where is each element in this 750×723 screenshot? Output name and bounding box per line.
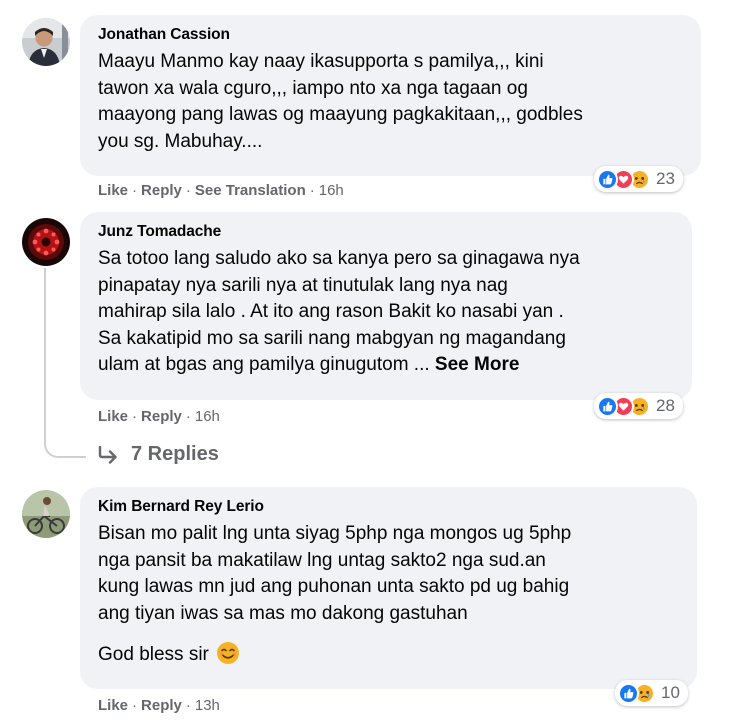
separator: · <box>185 408 191 425</box>
comment-line-text: ulam at bgas ang pamilya ginugutom ... <box>98 354 430 375</box>
reaction-count: 10 <box>661 683 680 702</box>
reply-arrow-icon <box>98 445 117 464</box>
comment-author[interactable]: Jonathan Cassion <box>98 25 683 45</box>
thread-curve <box>44 436 86 458</box>
see-more-link[interactable]: See More <box>435 354 519 375</box>
reply-link[interactable]: Reply <box>141 697 182 714</box>
comment-text: Maayu Manmo kay naay ikasupporta s pamil… <box>98 49 683 155</box>
avatar[interactable] <box>22 18 70 66</box>
separator: · <box>309 182 315 199</box>
comment-line: maayong pang lawas og maayung pagkakitaa… <box>98 104 583 125</box>
reactions-summary[interactable]: 10 <box>615 680 688 706</box>
reaction-count: 23 <box>656 169 675 188</box>
comment-text: Sa totoo lang saludo ako sa kanya pero s… <box>98 246 674 379</box>
avatar-image <box>22 490 70 538</box>
comment-line: nga pansit ba makatilaw lng untag sakto2… <box>98 549 546 571</box>
thread-line <box>44 268 46 438</box>
like-reaction-icon <box>597 168 618 190</box>
comment-line-text: God bless sir <box>98 644 209 665</box>
comment-bubble: Kim Bernard Rey Lerio Bisan mo palit lng… <box>80 487 697 689</box>
separator: · <box>132 408 138 425</box>
comment-line: kung lawas mn jud ang puhonan unta sakto… <box>98 576 570 597</box>
comment-actions: Like · Reply · 13h <box>98 697 220 714</box>
reply-link[interactable]: Reply <box>141 182 182 199</box>
comment-line: tawon xa wala cguro,,, iampo nto xa nga … <box>98 77 528 99</box>
comment-actions: Like · Reply · See Translation · 16h <box>98 182 344 199</box>
like-link[interactable]: Like <box>98 697 128 714</box>
separator: · <box>132 697 138 714</box>
timestamp[interactable]: 16h <box>319 182 344 199</box>
separator: · <box>185 697 191 714</box>
smiling-face-emoji-icon <box>217 642 240 664</box>
reactions-summary[interactable]: 28 <box>594 393 683 419</box>
view-replies-button[interactable]: 7 Replies <box>97 443 219 466</box>
comment-line: Bisan mo palit lng unta siyag 5php nga m… <box>98 523 572 544</box>
see-translation-link[interactable]: See Translation <box>195 182 306 199</box>
comment-line: ang tiyan iwas sa mas mo dakong gastuhan <box>98 602 468 624</box>
comment-line: Sa kakatipid mo sa sarili nang mabgyan n… <box>98 327 566 349</box>
comment-text: Bisan mo palit lng unta siyag 5php nga m… <box>98 521 679 669</box>
separator: · <box>185 182 191 199</box>
comment-actions: Like · Reply · 16h <box>98 408 220 425</box>
timestamp[interactable]: 13h <box>195 697 220 714</box>
reply-link[interactable]: Reply <box>141 408 182 425</box>
comment-line: you sg. Mabuhay.... <box>98 130 263 152</box>
avatar[interactable] <box>22 218 70 266</box>
like-reaction-icon <box>597 395 618 417</box>
reactions-summary[interactable]: 23 <box>594 166 683 192</box>
avatar-image <box>22 18 70 66</box>
comment-line: mahirap sila lalo . At ito ang rason Bak… <box>98 301 564 322</box>
separator: · <box>132 182 138 199</box>
avatar[interactable] <box>22 490 70 538</box>
like-reaction-icon <box>618 682 639 704</box>
comment-bubble: Jonathan Cassion Maayu Manmo kay naay ik… <box>80 15 701 176</box>
comment-author[interactable]: Junz Tomadache <box>98 222 674 242</box>
comment-line: ulam at bgas ang pamilya ginugutom ... S… <box>98 352 674 379</box>
like-link[interactable]: Like <box>98 182 128 199</box>
comment-bubble: Junz Tomadache Sa totoo lang saludo ako … <box>80 212 692 400</box>
comment-line: pinapatay nya sarili nya at tinutulak la… <box>98 274 508 296</box>
replies-count-label: 7 Replies <box>131 443 219 465</box>
timestamp[interactable]: 16h <box>195 408 220 425</box>
comment-line: Sa totoo lang saludo ako sa kanya pero s… <box>98 248 580 269</box>
comment-line: God bless sir <box>98 641 679 669</box>
reaction-count: 28 <box>656 396 675 415</box>
comment-line: Maayu Manmo kay naay ikasupporta s pamil… <box>98 51 544 72</box>
comment-author[interactable]: Kim Bernard Rey Lerio <box>98 497 679 517</box>
like-link[interactable]: Like <box>98 408 128 425</box>
avatar-image <box>22 218 70 266</box>
